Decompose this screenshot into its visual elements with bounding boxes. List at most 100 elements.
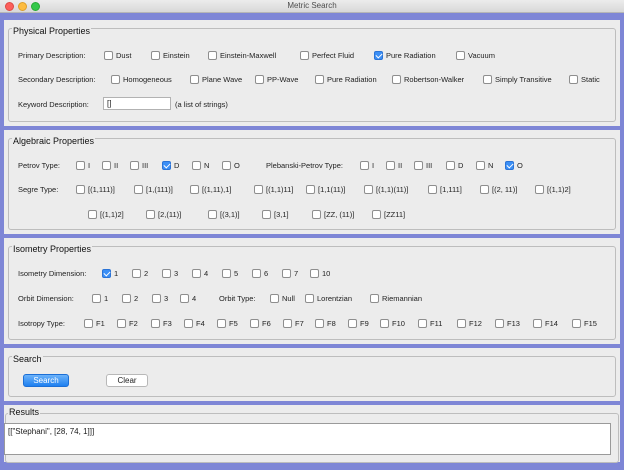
checkbox[interactable] <box>456 50 465 60</box>
segre-option[interactable]: [1,111] <box>428 183 462 195</box>
checkbox-checked[interactable] <box>162 160 171 170</box>
isotropy-option-f7[interactable]: F7 <box>283 317 304 329</box>
checkbox[interactable] <box>360 160 369 170</box>
primary-option-einstein-maxwell[interactable]: Einstein-Maxwell <box>208 49 276 61</box>
checkbox[interactable] <box>151 50 160 60</box>
checkbox[interactable] <box>428 184 437 194</box>
segre-option[interactable]: [(1,1)11] <box>254 183 293 195</box>
segre-option[interactable]: [(1,11),1] <box>190 183 231 195</box>
petrov-option-iii[interactable]: III <box>130 159 148 171</box>
plebanski-option-n[interactable]: N <box>476 159 493 171</box>
checkbox[interactable] <box>310 268 319 278</box>
isometry-dimension-option-7[interactable]: 7 <box>282 267 298 279</box>
secondary-option-simply-transitive[interactable]: Simply Transitive <box>483 73 552 85</box>
orbit-dimension-option-2[interactable]: 2 <box>122 292 138 304</box>
checkbox[interactable] <box>495 318 504 328</box>
checkbox[interactable] <box>283 318 292 328</box>
primary-option-pure-radiation[interactable]: Pure Radiation <box>374 49 436 61</box>
checkbox[interactable] <box>418 318 427 328</box>
isotropy-option-f2[interactable]: F2 <box>117 317 138 329</box>
checkbox[interactable] <box>300 50 309 60</box>
checkbox[interactable] <box>222 160 231 170</box>
checkbox[interactable] <box>180 293 189 303</box>
checkbox[interactable] <box>117 318 126 328</box>
checkbox[interactable] <box>370 293 379 303</box>
checkbox[interactable] <box>208 209 217 219</box>
secondary-option-plane-wave[interactable]: Plane Wave <box>190 73 242 85</box>
primary-option-dust[interactable]: Dust <box>104 49 131 61</box>
checkbox[interactable] <box>92 293 101 303</box>
petrov-option-ii[interactable]: II <box>102 159 118 171</box>
checkbox[interactable] <box>533 318 542 328</box>
checkbox[interactable] <box>572 318 581 328</box>
orbit-dimension-option-4[interactable]: 4 <box>180 292 196 304</box>
keyword-description-input[interactable]: [] <box>103 97 171 110</box>
checkbox[interactable] <box>315 318 324 328</box>
checkbox[interactable] <box>254 184 263 194</box>
secondary-option-robertson-walker[interactable]: Robertson-Walker <box>392 73 464 85</box>
segre-option[interactable]: [2,(11)] <box>146 208 181 220</box>
results-text-area[interactable]: [["Stephani", [28, 74, 1]]] <box>4 423 611 455</box>
orbit-type-option-null[interactable]: Null <box>270 292 295 304</box>
isotropy-option-f13[interactable]: F13 <box>495 317 520 329</box>
primary-option-vacuum[interactable]: Vacuum <box>456 49 495 61</box>
checkbox[interactable] <box>151 318 160 328</box>
segre-option[interactable]: [(2, 11)] <box>480 183 517 195</box>
isotropy-option-f11[interactable]: F11 <box>418 317 442 329</box>
orbit-dimension-option-1[interactable]: 1 <box>92 292 108 304</box>
isotropy-option-f15[interactable]: F15 <box>572 317 597 329</box>
checkbox[interactable] <box>76 184 85 194</box>
checkbox[interactable] <box>250 318 259 328</box>
checkbox[interactable] <box>364 184 373 194</box>
checkbox[interactable] <box>208 50 217 60</box>
checkbox[interactable] <box>192 268 201 278</box>
checkbox[interactable] <box>104 50 113 60</box>
isotropy-option-f12[interactable]: F12 <box>457 317 482 329</box>
checkbox[interactable] <box>446 160 455 170</box>
checkbox[interactable] <box>122 293 131 303</box>
secondary-option-pure-radiation[interactable]: Pure Radiation <box>315 73 377 85</box>
segre-option[interactable]: [(3,1)] <box>208 208 240 220</box>
secondary-option-static[interactable]: Static <box>569 73 600 85</box>
checkbox[interactable] <box>190 74 199 84</box>
checkbox[interactable] <box>315 74 324 84</box>
checkbox[interactable] <box>372 209 381 219</box>
petrov-option-d[interactable]: D <box>162 159 179 171</box>
checkbox[interactable] <box>312 209 321 219</box>
checkbox[interactable] <box>184 318 193 328</box>
isometry-dimension-option-2[interactable]: 2 <box>132 267 148 279</box>
isometry-dimension-option-1[interactable]: 1 <box>102 267 118 279</box>
checkbox[interactable] <box>380 318 389 328</box>
checkbox[interactable] <box>306 184 315 194</box>
isometry-dimension-option-5[interactable]: 5 <box>222 267 238 279</box>
isotropy-option-f8[interactable]: F8 <box>315 317 336 329</box>
isotropy-option-f5[interactable]: F5 <box>217 317 238 329</box>
plebanski-option-o[interactable]: O <box>505 159 523 171</box>
segre-option[interactable]: [ZZ11] <box>372 208 405 220</box>
orbit-type-option-riemannian[interactable]: Riemannian <box>370 292 422 304</box>
checkbox[interactable] <box>88 209 97 219</box>
primary-option-perfect-fluid[interactable]: Perfect Fluid <box>300 49 354 61</box>
checkbox[interactable] <box>111 74 120 84</box>
checkbox[interactable] <box>414 160 423 170</box>
isometry-dimension-option-3[interactable]: 3 <box>162 267 178 279</box>
isotropy-option-f9[interactable]: F9 <box>348 317 369 329</box>
checkbox[interactable] <box>535 184 544 194</box>
segre-option[interactable]: [1,1(11)] <box>306 183 345 195</box>
checkbox[interactable] <box>102 160 111 170</box>
checkbox[interactable] <box>305 293 314 303</box>
plebanski-option-d[interactable]: D <box>446 159 463 171</box>
checkbox[interactable] <box>386 160 395 170</box>
isotropy-option-f3[interactable]: F3 <box>151 317 172 329</box>
checkbox-checked[interactable] <box>505 160 514 170</box>
clear-button[interactable]: Clear <box>106 374 148 387</box>
checkbox[interactable] <box>392 74 401 84</box>
checkbox[interactable] <box>457 318 466 328</box>
orbit-dimension-option-3[interactable]: 3 <box>152 292 168 304</box>
checkbox[interactable] <box>255 74 264 84</box>
checkbox[interactable] <box>217 318 226 328</box>
checkbox[interactable] <box>480 184 489 194</box>
checkbox[interactable] <box>130 160 139 170</box>
secondary-option-homogeneous[interactable]: Homogeneous <box>111 73 172 85</box>
segre-option[interactable]: [ZZ, (11)] <box>312 208 354 220</box>
